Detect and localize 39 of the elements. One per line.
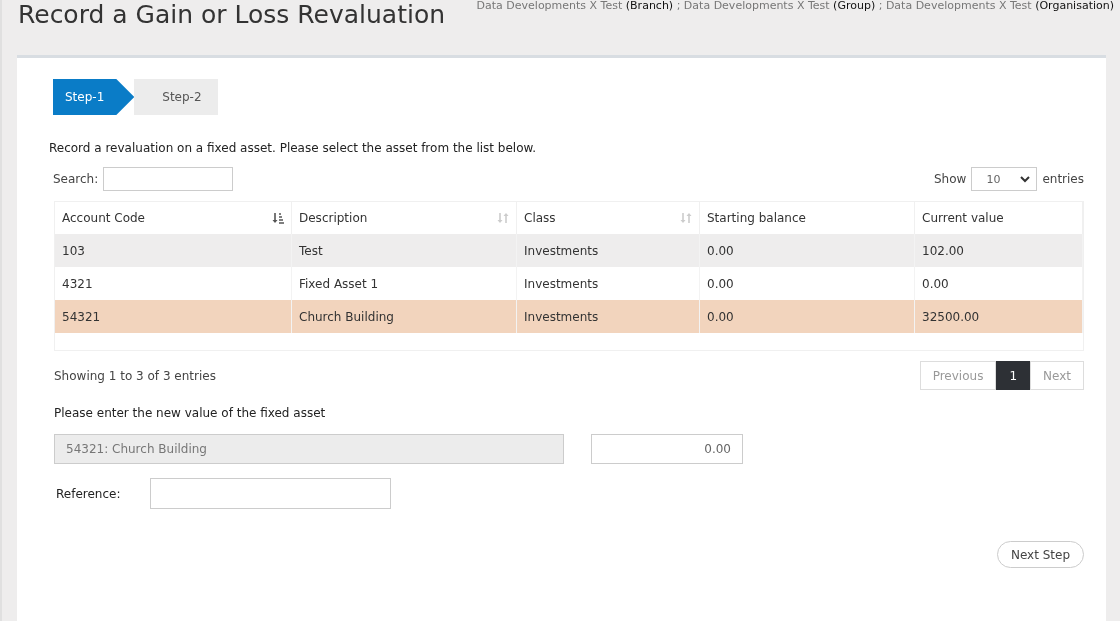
table-cell: 102.00 xyxy=(914,234,1083,267)
pagination-button[interactable]: 1 xyxy=(996,361,1031,390)
sort-icon[interactable] xyxy=(497,212,509,224)
column-header[interactable]: Class xyxy=(524,211,556,225)
column-header[interactable]: Starting balance xyxy=(707,211,806,225)
show-label: Show xyxy=(934,172,967,186)
table-cell: 32500.00 xyxy=(914,300,1083,333)
value-field[interactable]: 0.00 xyxy=(591,434,743,464)
next-step-button[interactable]: Next Step xyxy=(996,541,1084,568)
reference-field[interactable] xyxy=(150,478,392,509)
column-header[interactable]: Current value xyxy=(922,211,1004,225)
table-cell: 54321 xyxy=(55,300,292,333)
entries-dropdown[interactable]: 10 xyxy=(971,167,1038,191)
table-cell: 103 xyxy=(55,234,292,267)
reference-label: Reference: xyxy=(56,486,121,501)
entries-label: entries xyxy=(1042,172,1084,186)
column-header[interactable]: Account Code xyxy=(62,211,145,225)
sort-ascending-icon[interactable] xyxy=(272,212,284,224)
step-tab[interactable]: Step-2 xyxy=(134,79,218,115)
form-heading: Please enter the new value of the fixed asset xyxy=(54,406,327,420)
table-cell: Investments xyxy=(516,300,700,333)
table-row[interactable]: 54321 Church Building Investments 0.00 32500.00 xyxy=(55,300,1083,333)
entries-info: Showing 1 to 3 of 3 entries xyxy=(54,368,216,383)
table-cell: Investments xyxy=(516,234,700,267)
table-cell: 0.00 xyxy=(699,234,915,267)
search-field[interactable] xyxy=(103,167,234,191)
sort-icon[interactable] xyxy=(680,212,692,224)
page-title: Record a Gain or Loss Revaluation xyxy=(18,0,446,30)
table-row[interactable]: 103 Test Investments 0.00 102.00 xyxy=(55,234,1083,267)
asset-field[interactable]: 54321: Church Building xyxy=(54,434,564,464)
organisation-context: Data Developments X Test (Branch) ; Data Developments X Test (Group) ; Data Developments X Test (Organisation) xyxy=(476,0,1114,12)
step-tab[interactable]: Step-1 xyxy=(53,79,135,115)
chevron-down-icon xyxy=(1020,175,1031,183)
search-label: Search: xyxy=(53,172,99,186)
instruction-text: Record a revaluation on a fixed asset. Please select the asset from the list below. xyxy=(49,141,538,155)
table-cell: 0.00 xyxy=(699,300,915,333)
table-cell: Church Building xyxy=(291,300,517,333)
column-header[interactable]: Description xyxy=(299,211,368,225)
table-cell: Test xyxy=(291,234,517,267)
